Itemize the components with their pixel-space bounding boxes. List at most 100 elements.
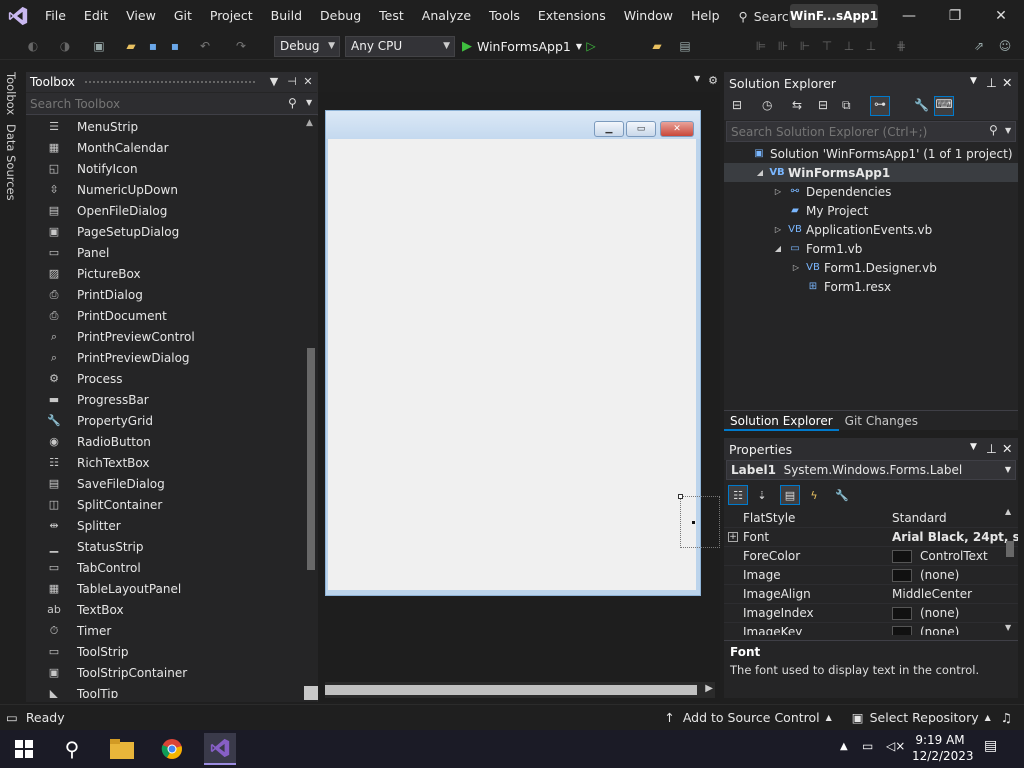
pin-icon[interactable]: ⊣ xyxy=(284,74,300,90)
toolbox-item-splitter[interactable]: ⇹ Splitter xyxy=(26,515,304,536)
window-position-icon[interactable]: ▼ xyxy=(970,76,977,86)
toolbox-item-toolstrip[interactable]: ▭ ToolStrip xyxy=(26,641,304,662)
menu-view[interactable]: View xyxy=(117,0,165,32)
pin-icon[interactable]: ⊥ xyxy=(986,441,997,456)
toolbox-item-openfiledialog[interactable]: ▤ OpenFileDialog xyxy=(26,200,304,221)
settings-gear-icon[interactable]: ⚙ xyxy=(708,74,718,87)
toolbox-item-textbox[interactable]: ab TextBox xyxy=(26,599,304,620)
system-clock[interactable]: 9:19 AM 12/2/2023 xyxy=(912,732,974,764)
history-icon[interactable]: ◷ xyxy=(762,98,772,112)
chrome-icon[interactable] xyxy=(156,733,188,765)
toolbox-item-tooltip[interactable]: ◣ ToolTip xyxy=(26,683,304,699)
network-icon[interactable]: ▭ xyxy=(862,739,873,753)
properties-wrench-icon[interactable]: 🔧 xyxy=(914,98,929,112)
object-selector[interactable]: Label1 System.Windows.Forms.Label ▼ xyxy=(726,460,1016,480)
scroll-down-button[interactable] xyxy=(304,686,318,700)
property-grid-scrollbar[interactable]: ▲ ▼ xyxy=(1004,507,1016,633)
undo-icon[interactable]: ↶ xyxy=(196,37,214,55)
menu-git[interactable]: Git xyxy=(165,0,201,32)
scroll-down-icon[interactable]: ▼ xyxy=(1005,623,1011,632)
back-icon[interactable]: ◐ xyxy=(24,37,42,55)
grid-icon[interactable]: ⋕ xyxy=(892,37,910,55)
toolbox-item-printdocument[interactable]: ⎙ PrintDocument xyxy=(26,305,304,326)
chevron-down-icon[interactable]: ▼ xyxy=(306,98,312,107)
start-debugging-button[interactable]: ▶ WinFormsApp1 ▼ xyxy=(462,36,582,57)
align-left-icon[interactable]: ⊫ xyxy=(752,37,770,55)
visual-studio-logo-icon[interactable] xyxy=(0,0,36,32)
toolbox-item-tablelayoutpanel[interactable]: ▦ TableLayoutPanel xyxy=(26,578,304,599)
minimize-window-button[interactable]: — xyxy=(886,0,932,32)
form-title-bar[interactable]: ▁ ▭ ✕ xyxy=(326,111,700,139)
save-all-icon[interactable]: ▪ xyxy=(166,37,184,55)
add-to-source-control[interactable]: Add to Source Control xyxy=(683,710,820,725)
label1-selection[interactable] xyxy=(680,496,720,548)
search-icon[interactable]: ⚲ xyxy=(288,96,297,110)
layout-icon[interactable]: ▤ xyxy=(676,37,694,55)
scrollbar-thumb[interactable] xyxy=(325,685,697,695)
start-without-debugging-icon[interactable]: ▷ xyxy=(582,37,600,55)
menu-edit[interactable]: Edit xyxy=(75,0,117,32)
tree-node[interactable]: ▷ VB ApplicationEvents.vb xyxy=(724,220,1018,239)
tab-solution-explorer[interactable]: Solution Explorer xyxy=(724,411,839,431)
toolbox-item-notifyicon[interactable]: ◱ NotifyIcon xyxy=(26,158,304,179)
toolbox-item-statusstrip[interactable]: ▁ StatusStrip xyxy=(26,536,304,557)
toolbox-search-input[interactable] xyxy=(30,94,280,114)
property-row[interactable]: FlatStyle Standard xyxy=(724,509,1018,528)
toolbox-item-pagesetupdialog[interactable]: ▣ PageSetupDialog xyxy=(26,221,304,242)
property-row[interactable]: ImageKey (none) xyxy=(724,623,1018,635)
property-pages-icon[interactable]: 🔧 xyxy=(832,485,852,505)
toolbox-item-propertygrid[interactable]: 🔧 PropertyGrid xyxy=(26,410,304,431)
feedback-icon[interactable]: ☺ xyxy=(996,37,1014,55)
toolbox-item-richtextbox[interactable]: ☷ RichTextBox xyxy=(26,452,304,473)
close-icon[interactable]: ✕ xyxy=(1002,75,1012,90)
copy-icon[interactable]: ⧉ xyxy=(842,98,851,113)
switch-views-icon[interactable]: ⊟ xyxy=(732,98,742,112)
volume-muted-icon[interactable]: ◁× xyxy=(886,739,905,753)
toolbox-item-printdialog[interactable]: ⎙ PrintDialog xyxy=(26,284,304,305)
toolbox-item-savefiledialog[interactable]: ▤ SaveFileDialog xyxy=(26,473,304,494)
toolbox-item-progressbar[interactable]: ▬ ProgressBar xyxy=(26,389,304,410)
browse-folder-icon[interactable]: ▰ xyxy=(648,37,666,55)
menu-extensions[interactable]: Extensions xyxy=(529,0,615,32)
visual-studio-taskbar-icon[interactable] xyxy=(204,733,236,765)
pin-icon[interactable]: ⊥ xyxy=(986,75,997,90)
close-window-button[interactable]: ✕ xyxy=(978,0,1024,32)
notification-center-icon[interactable]: ▤ xyxy=(984,738,997,754)
menu-debug[interactable]: Debug xyxy=(311,0,370,32)
scroll-up-icon[interactable]: ▲ xyxy=(1005,507,1011,516)
toolbox-item-numericupdown[interactable]: ⇳ NumericUpDown xyxy=(26,179,304,200)
expand-plus-icon[interactable]: + xyxy=(728,532,738,542)
form-client-area[interactable] xyxy=(328,139,696,590)
toolbox-item-splitcontainer[interactable]: ◫ SplitContainer xyxy=(26,494,304,515)
property-value[interactable]: (none) xyxy=(888,623,1018,635)
menu-file[interactable]: File xyxy=(36,0,75,32)
tree-node[interactable]: ▣ Solution 'WinFormsApp1' (1 of 1 project… xyxy=(724,144,1018,163)
solution-title[interactable]: WinF...sApp1 xyxy=(790,4,878,28)
alphabetical-icon[interactable]: ⇣ xyxy=(752,485,772,505)
tree-node[interactable]: ▷ VB Form1.Designer.vb xyxy=(724,258,1018,277)
scroll-right-icon[interactable]: ▶ xyxy=(705,683,713,694)
property-value[interactable]: ControlText xyxy=(888,547,1018,566)
toolbox-item-tabcontrol[interactable]: ▭ TabControl xyxy=(26,557,304,578)
notifications-bell-icon[interactable]: ♫ xyxy=(1001,710,1012,725)
solution-explorer-search-input[interactable] xyxy=(727,122,977,141)
expand-arrow-icon[interactable]: ▷ xyxy=(790,263,802,272)
scrollbar-thumb[interactable] xyxy=(307,348,315,570)
search-icon[interactable]: ⚲ xyxy=(989,123,998,137)
file-explorer-icon[interactable] xyxy=(106,733,138,765)
tree-node[interactable]: ⊞ Form1.resx xyxy=(724,277,1018,296)
menu-tools[interactable]: Tools xyxy=(480,0,529,32)
tree-node[interactable]: ▰ My Project xyxy=(724,201,1018,220)
select-repository[interactable]: Select Repository xyxy=(870,710,979,725)
toolbox-item-printpreviewcontrol[interactable]: ⌕ PrintPreviewControl xyxy=(26,326,304,347)
property-row[interactable]: ImageIndex (none) xyxy=(724,604,1018,623)
scroll-up-icon[interactable]: ▲ xyxy=(306,118,313,128)
property-value[interactable]: (none) xyxy=(888,566,1018,585)
property-value[interactable]: Standard xyxy=(888,509,1018,528)
tree-node[interactable]: ▷ ⚯ Dependencies xyxy=(724,182,1018,201)
solution-platform-select[interactable]: Any CPU ▼ xyxy=(345,36,455,57)
redo-icon[interactable]: ↷ xyxy=(232,37,250,55)
menu-analyze[interactable]: Analyze xyxy=(413,0,480,32)
align-bottom-icon[interactable]: ⊥ xyxy=(862,37,880,55)
form1-window[interactable]: ▁ ▭ ✕ xyxy=(325,110,720,596)
